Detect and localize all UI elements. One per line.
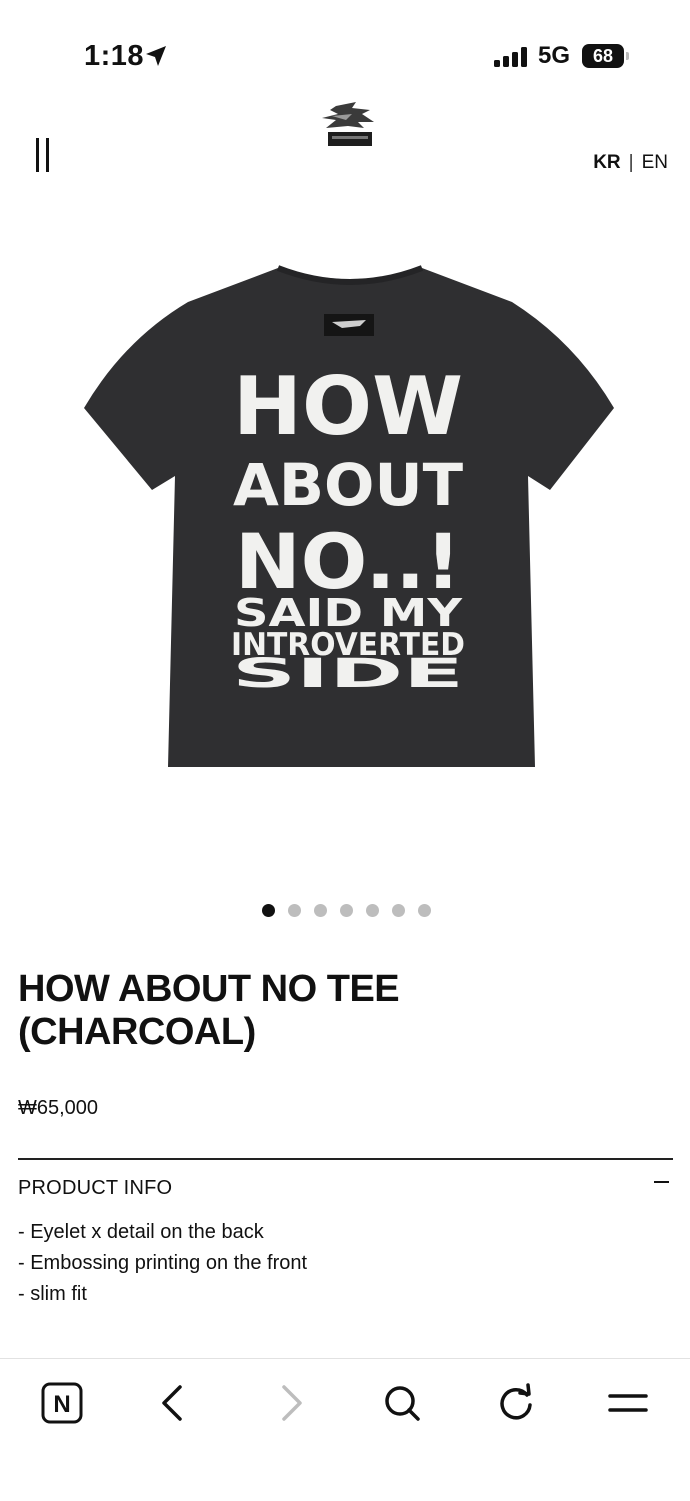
detail-item: - Eyelet x detail on the back xyxy=(18,1221,264,1243)
divider xyxy=(18,1158,673,1160)
naver-home-icon[interactable]: N xyxy=(40,1381,84,1425)
detail-item: - slim fit xyxy=(18,1283,87,1305)
print-line-6: SIDE xyxy=(232,651,464,697)
carousel-dot[interactable] xyxy=(314,904,327,917)
carousel-dot[interactable] xyxy=(288,904,301,917)
naver-home-glyph: N xyxy=(53,1391,70,1418)
carousel-dot[interactable] xyxy=(262,904,275,917)
battery-icon: 68 xyxy=(582,44,624,68)
status-bar: 1:18 5G 68 xyxy=(0,0,690,110)
carousel-dot[interactable] xyxy=(366,904,379,917)
location-arrow-icon xyxy=(146,46,166,66)
lang-en[interactable]: EN xyxy=(642,152,668,173)
product-title-line2: (CHARCOAL) xyxy=(18,1011,256,1053)
product-price: ₩65,000 xyxy=(18,1097,99,1119)
carousel-dot[interactable] xyxy=(418,904,431,917)
browser-toolbar: N xyxy=(0,1358,690,1501)
carousel-dot[interactable] xyxy=(340,904,353,917)
status-time: 1:18 xyxy=(84,40,145,72)
product-details: - Eyelet x detail on the back - Embossin… xyxy=(18,1217,307,1310)
product-image[interactable]: HOW ABOUT NO..! SAID MY INTROVERTED SIDE xyxy=(80,262,620,772)
print-line-2: ABOUT xyxy=(233,451,463,519)
logo[interactable] xyxy=(318,100,380,154)
menu-icon[interactable] xyxy=(34,138,54,172)
signal-icon xyxy=(494,47,530,67)
battery-cap xyxy=(626,52,629,60)
carousel-dot[interactable] xyxy=(392,904,405,917)
forward-icon[interactable] xyxy=(268,1381,312,1425)
hamburger-icon[interactable] xyxy=(606,1381,650,1425)
search-icon[interactable] xyxy=(380,1381,424,1425)
product-info-heading[interactable]: PRODUCT INFO xyxy=(18,1177,172,1200)
network-label: 5G xyxy=(538,42,571,69)
language-switcher: KR | EN xyxy=(593,152,668,174)
back-icon[interactable] xyxy=(152,1381,196,1425)
lang-kr[interactable]: KR xyxy=(593,152,620,173)
detail-item: - Embossing printing on the front xyxy=(18,1252,308,1274)
product-title: HOW ABOUT NO TEE (CHARCOAL) xyxy=(18,968,618,1054)
collapse-icon[interactable] xyxy=(654,1181,669,1183)
print-line-1: HOW xyxy=(233,360,463,453)
lang-separator: | xyxy=(628,152,634,173)
product-title-line1: HOW ABOUT NO TEE xyxy=(18,968,400,1010)
refresh-icon[interactable] xyxy=(494,1381,538,1425)
